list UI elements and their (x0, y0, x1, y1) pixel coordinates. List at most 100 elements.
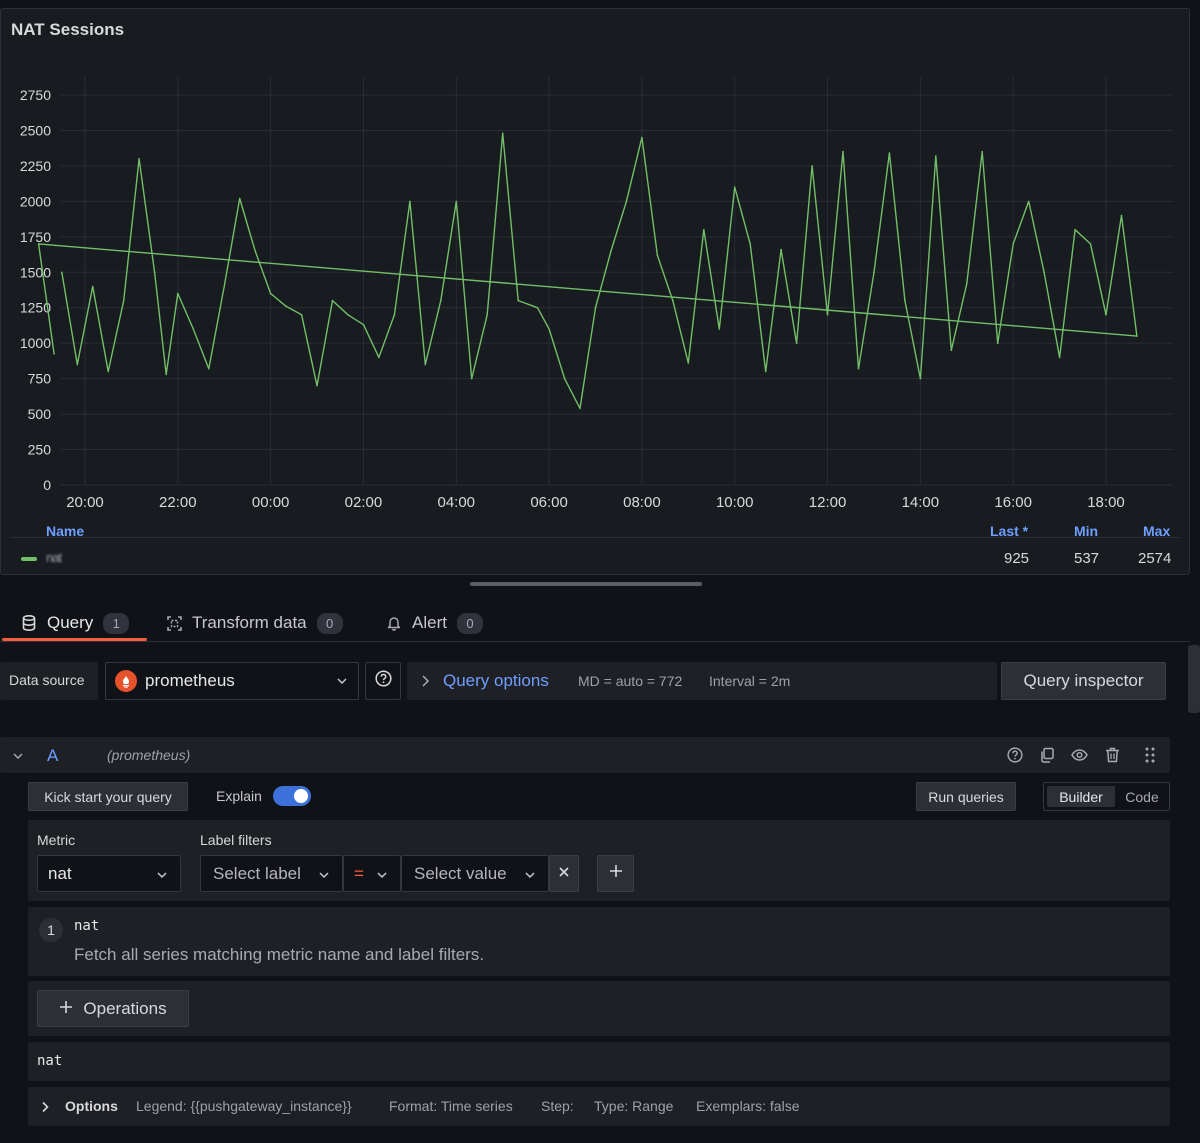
series-point (470, 377, 473, 380)
series-point (486, 314, 489, 316)
operator-select[interactable]: = (343, 855, 401, 892)
series-point (780, 248, 782, 251)
legend-series-name[interactable]: nat (46, 550, 62, 565)
series-point (177, 292, 179, 295)
datasource-help-button[interactable] (365, 662, 401, 700)
series-point (455, 200, 458, 203)
add-filter-button[interactable] (597, 855, 634, 892)
series-point (996, 342, 999, 345)
series-point (223, 285, 225, 288)
series-point (269, 292, 272, 295)
plus-icon (609, 864, 623, 883)
series-point (238, 197, 241, 200)
metric-select[interactable]: nat (37, 855, 181, 892)
series-point (981, 150, 983, 153)
run-queries-button[interactable]: Run queries (916, 782, 1016, 811)
options-format: Format: Time series (389, 1098, 513, 1114)
query-inspector-button[interactable]: Query inspector (1001, 662, 1166, 700)
series-point (153, 271, 156, 274)
series-point (687, 362, 690, 364)
chevron-right-icon (40, 1100, 50, 1118)
series-point (208, 367, 210, 370)
series-point (563, 377, 566, 380)
query-options-bar[interactable]: Query options MD = auto = 772 Interval =… (407, 662, 997, 700)
select-label-dropdown[interactable]: Select label (200, 855, 343, 892)
series-point (1120, 214, 1123, 217)
options-exemplars: Exemplars: false (696, 1098, 800, 1114)
editor-mode-switch: Builder Code (1043, 782, 1170, 811)
datasource-label-box: Data source (0, 662, 98, 700)
y-tick-label: 2750 (20, 87, 51, 103)
series-point (378, 356, 380, 359)
options-label[interactable]: Options (65, 1098, 118, 1114)
prometheus-logo-icon (115, 670, 137, 692)
series-point (826, 314, 829, 316)
series-point (517, 299, 519, 302)
kick-start-button[interactable]: Kick start your query (28, 782, 188, 811)
series-point (536, 306, 539, 309)
tab-transform-data[interactable]: Transform data 0 (165, 608, 343, 638)
chevron-down-icon (524, 868, 536, 886)
tab-alert[interactable]: Alert 0 (385, 608, 483, 638)
series-point (672, 299, 674, 302)
explain-toggle[interactable] (273, 786, 311, 806)
duplicate-icon[interactable] (1038, 746, 1056, 764)
options-type: Type: Range (594, 1098, 674, 1114)
remove-filter-button[interactable] (549, 855, 579, 892)
raw-query-text: nat (37, 1053, 63, 1069)
trash-icon[interactable] (1103, 746, 1121, 764)
datasource-picker[interactable]: prometheus (105, 662, 359, 700)
query-help-icon[interactable] (1006, 746, 1024, 764)
label-filters-label: Label filters (200, 832, 272, 848)
query-options-row[interactable]: Options Legend: {{pushgateway_instance}}… (28, 1087, 1170, 1126)
drag-handle-icon[interactable] (1141, 746, 1159, 764)
series-point (254, 250, 256, 252)
series-point (935, 155, 937, 157)
series-point (873, 271, 875, 274)
series-point (733, 186, 736, 188)
legend-series-color[interactable] (21, 557, 37, 561)
y-tick-label: 2500 (20, 122, 51, 138)
query-row-header: A (prometheus) (0, 737, 1170, 773)
y-tick-label: 250 (28, 442, 52, 458)
series-point (966, 282, 968, 285)
code-mode-button[interactable]: Code (1117, 786, 1167, 807)
datasource-label: Data source (9, 672, 85, 688)
series-point (316, 384, 318, 387)
query-ref-id[interactable]: A (47, 746, 58, 766)
y-tick-label: 2000 (20, 193, 51, 209)
chevron-down-icon (156, 868, 168, 886)
series-point (610, 250, 612, 252)
collapse-chevron-icon[interactable] (12, 749, 24, 767)
pane-resize-handle[interactable] (470, 582, 702, 586)
select-value-dropdown[interactable]: Select value (401, 855, 549, 892)
x-tick-label: 04:00 (437, 494, 475, 511)
transform-icon (165, 614, 183, 632)
series-point (440, 299, 442, 302)
legend-min-value: 537 (1074, 550, 1100, 567)
tab-transform-label: Transform data (192, 613, 307, 632)
tab-alert-count: 0 (456, 612, 483, 634)
series-point (138, 158, 140, 160)
series-point (1043, 271, 1045, 274)
add-operation-button[interactable]: Operations (37, 990, 189, 1027)
series-point (857, 367, 860, 370)
series-point (409, 200, 411, 203)
eye-icon[interactable] (1070, 746, 1088, 764)
y-tick-label: 1500 (20, 264, 51, 280)
scrollbar-thumb[interactable] (1188, 645, 1200, 713)
query-options-label[interactable]: Query options (443, 671, 549, 691)
tab-transform-count: 0 (316, 612, 343, 634)
tab-query[interactable]: Query 1 (20, 608, 130, 638)
operations-section (28, 981, 1170, 1036)
series-point (888, 152, 891, 154)
query-datasource-name: (prometheus) (107, 747, 191, 763)
builder-mode-button[interactable]: Builder (1047, 786, 1115, 807)
series-point (91, 285, 94, 288)
series-point (76, 363, 79, 366)
series-point (842, 150, 844, 153)
explain-label: Explain (216, 788, 262, 804)
y-tick-label: 2250 (20, 158, 51, 174)
chevron-down-icon (318, 868, 330, 886)
x-tick-label: 06:00 (530, 494, 568, 511)
